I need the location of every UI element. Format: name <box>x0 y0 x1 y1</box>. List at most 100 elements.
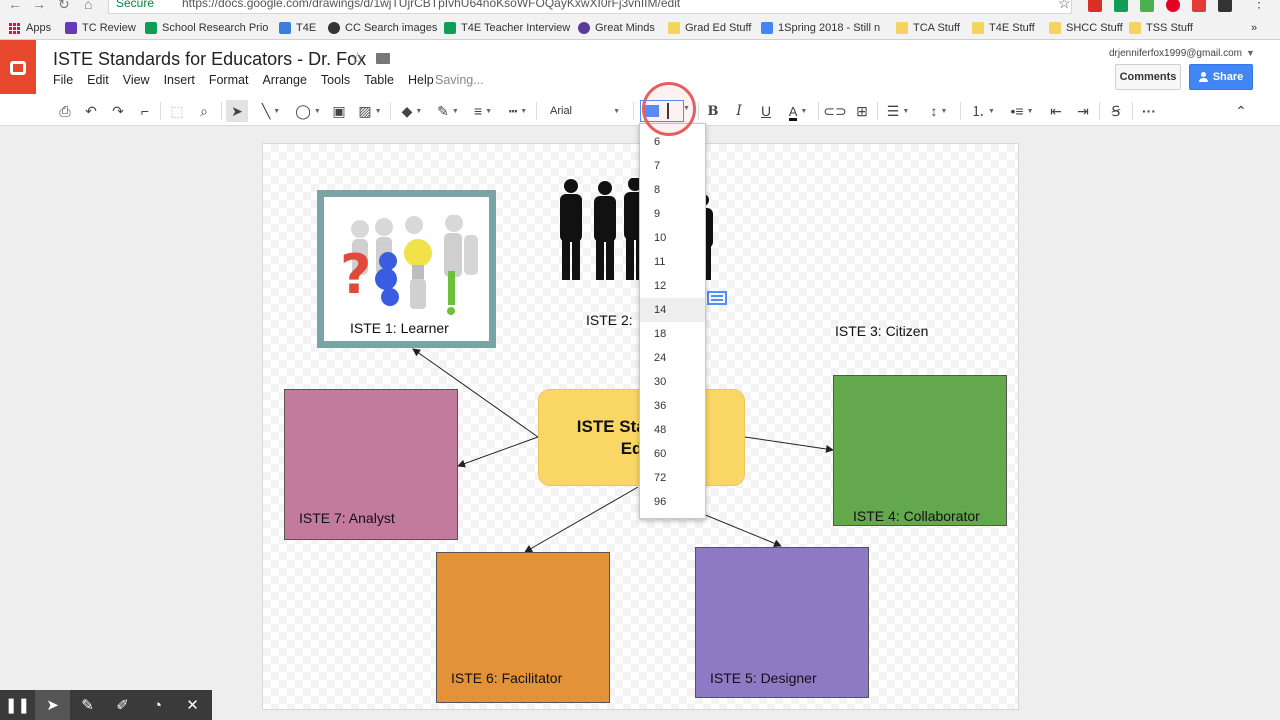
extension-icon[interactable] <box>1114 0 1128 12</box>
menu-edit[interactable]: Edit <box>87 73 109 87</box>
bookmark-folder[interactable]: Grad Ed Stuff <box>668 20 751 36</box>
shape-tool-icon[interactable]: ◯ ▼ <box>292 100 324 122</box>
font-size-option[interactable]: 36 <box>640 394 705 418</box>
bookmark-item[interactable]: CC Search images <box>328 20 437 36</box>
font-size-option[interactable]: 30 <box>640 370 705 394</box>
font-size-option[interactable]: 11 <box>640 250 705 274</box>
font-size-option[interactable]: 96 <box>640 490 705 514</box>
forward-icon[interactable]: → <box>32 0 46 12</box>
bulleted-list-icon[interactable]: •≡ ▼ <box>1005 100 1039 122</box>
comments-button[interactable]: Comments <box>1115 64 1181 90</box>
clear-formatting-icon[interactable]: Ꞩ <box>1105 100 1127 122</box>
browser-menu-icon[interactable]: ⋮ <box>1252 0 1266 11</box>
bookmark-item[interactable]: School Research Prio <box>145 20 268 36</box>
zoom-icon[interactable]: ⌕ <box>193 100 215 122</box>
url-text[interactable]: https://docs.google.com/drawings/d/1wjTU… <box>182 0 680 10</box>
add-comment-icon[interactable]: ⊞ <box>851 100 873 122</box>
menu-format[interactable]: Format <box>209 73 249 87</box>
share-button[interactable]: Share <box>1189 64 1253 90</box>
pinterest-icon[interactable] <box>1166 0 1180 12</box>
menu-file[interactable]: File <box>53 73 73 87</box>
fit-icon[interactable]: ⬚ <box>167 100 187 122</box>
numbered-list-icon[interactable]: ⒈ ▼ <box>966 100 1000 122</box>
fill-color-icon[interactable]: ◆ ▼ <box>396 100 428 122</box>
font-size-option[interactable]: 8 <box>640 178 705 202</box>
font-size-option[interactable]: 18 <box>640 322 705 346</box>
resize-handle-icon[interactable] <box>707 291 727 305</box>
folder-icon[interactable] <box>376 53 390 64</box>
menu-insert[interactable]: Insert <box>164 73 195 87</box>
font-size-option-highlighted[interactable]: 14 <box>640 298 705 322</box>
bookmark-item[interactable]: TC Review <box>65 20 136 36</box>
italic-icon[interactable]: I <box>729 100 749 122</box>
font-size-option[interactable]: 72 <box>640 466 705 490</box>
menu-tools[interactable]: Tools <box>321 73 350 87</box>
font-size-option[interactable]: 12 <box>640 274 705 298</box>
chevron-down-icon[interactable]: ▼ <box>1246 48 1255 58</box>
font-size-option[interactable]: 7 <box>640 154 705 178</box>
facilitator-box[interactable]: ISTE 6: Facilitator <box>436 552 610 703</box>
analyst-box[interactable]: ISTE 7: Analyst <box>284 389 458 540</box>
bookmark-item[interactable]: 1Spring 2018 - Still n <box>761 20 880 36</box>
font-size-option[interactable]: 9 <box>640 202 705 226</box>
print-icon[interactable]: ⎙ <box>55 100 75 122</box>
underline-icon[interactable]: U <box>756 100 776 122</box>
extension-icon[interactable] <box>1088 0 1102 12</box>
extension-icon[interactable] <box>1140 0 1154 12</box>
font-size-option[interactable]: 60 <box>640 442 705 466</box>
border-dash-icon[interactable]: ┅ ▼ <box>502 100 534 122</box>
learner-frame[interactable]: ? ISTE 1: Learner <box>317 190 496 348</box>
link-icon[interactable]: ⊂⊃ <box>823 100 846 122</box>
font-select[interactable]: Arial ▼ <box>540 100 628 122</box>
bookmark-folder[interactable]: T4E Stuff <box>972 20 1035 36</box>
home-icon[interactable]: ⌂ <box>84 0 92 12</box>
menu-arrange[interactable]: Arrange <box>262 73 306 87</box>
bookmark-item[interactable]: T4E <box>279 20 316 36</box>
paint-format-icon[interactable]: ⌐ <box>135 100 155 122</box>
text-box-icon[interactable]: ▣ <box>328 100 350 122</box>
pen-icon[interactable]: ✎ <box>70 690 105 720</box>
highlighter-icon[interactable]: ✐ <box>105 690 140 720</box>
align-icon[interactable]: ☰ ▼ <box>882 100 914 122</box>
more-bookmarks-button[interactable]: » <box>1251 20 1257 36</box>
line-spacing-icon[interactable]: ↕ ▼ <box>922 100 956 122</box>
extension-icon[interactable] <box>1218 0 1232 12</box>
bookmark-folder[interactable]: SHCC Stuff <box>1049 20 1123 36</box>
bookmark-folder[interactable]: TSS Stuff <box>1129 20 1193 36</box>
pointer-icon[interactable]: ➤ <box>35 690 70 720</box>
bookmark-apps[interactable]: Apps <box>9 20 51 36</box>
redo-icon[interactable]: ↷ <box>108 100 128 122</box>
bold-icon[interactable]: B <box>703 100 723 122</box>
decrease-indent-icon[interactable]: ⇤ <box>1045 100 1067 122</box>
undo-icon[interactable]: ↶ <box>81 100 101 122</box>
text-color-icon[interactable]: A ▼ <box>782 100 814 122</box>
menu-view[interactable]: View <box>123 73 150 87</box>
star-icon[interactable]: ☆ <box>350 49 365 69</box>
timer-icon[interactable]: ◔ <box>140 690 175 720</box>
designer-box[interactable]: ISTE 5: Designer <box>695 547 869 698</box>
select-cursor-icon[interactable]: ➤ <box>226 100 248 122</box>
bookmark-item[interactable]: Great Minds <box>578 20 655 36</box>
increase-indent-icon[interactable]: ⇥ <box>1072 100 1094 122</box>
extension-icon[interactable] <box>1192 0 1206 12</box>
pause-icon[interactable]: ❚❚ <box>0 690 35 720</box>
image-icon[interactable]: ▨ ▼ <box>354 100 386 122</box>
font-size-option[interactable]: 24 <box>640 346 705 370</box>
bookmark-star-icon[interactable]: ☆ <box>1058 0 1071 12</box>
bookmark-folder[interactable]: TCA Stuff <box>896 20 960 36</box>
border-color-icon[interactable]: ✎ ▼ <box>432 100 464 122</box>
font-size-option[interactable]: 48 <box>640 418 705 442</box>
collapse-toolbar-icon[interactable]: ⌃ <box>1230 100 1252 122</box>
account-email[interactable]: drjenniferfox1999@gmail.com <box>1109 48 1242 59</box>
border-weight-icon[interactable]: ≡ ▼ <box>467 100 499 122</box>
document-title[interactable]: ISTE Standards for Educators - Dr. Fox <box>53 49 366 70</box>
menu-help[interactable]: Help <box>408 73 434 87</box>
close-icon[interactable]: ✕ <box>175 690 210 720</box>
menu-table[interactable]: Table <box>364 73 394 87</box>
font-size-option[interactable]: 10 <box>640 226 705 250</box>
bookmark-item[interactable]: T4E Teacher Interview <box>444 20 570 36</box>
collaborator-box[interactable]: ISTE 4: Collaborator <box>833 375 1007 526</box>
drawings-logo-icon[interactable] <box>0 40 36 94</box>
back-icon[interactable]: ← <box>8 0 22 12</box>
more-options-icon[interactable]: ··· <box>1138 100 1160 122</box>
